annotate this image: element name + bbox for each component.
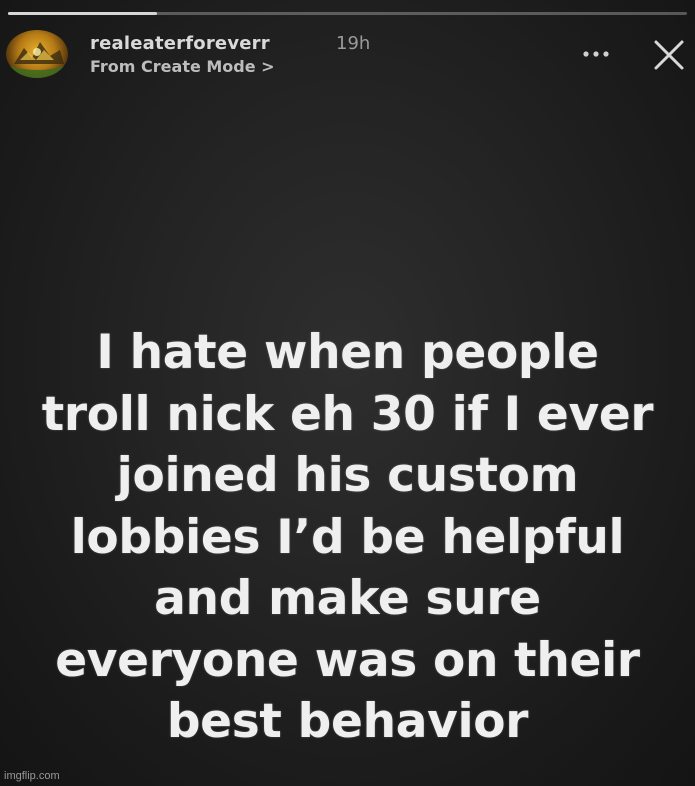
avatar-image — [10, 42, 64, 78]
create-mode-link[interactable]: From Create Mode > — [90, 57, 275, 76]
more-options-button[interactable] — [580, 42, 616, 62]
more-options-icon — [583, 51, 609, 57]
story-progress-bar — [8, 12, 687, 15]
story-text: I hate when people troll nick eh 30 if I… — [0, 322, 695, 753]
timestamp: 19h — [336, 33, 371, 54]
story-text-line: everyone was on their — [55, 632, 640, 688]
close-icon — [654, 40, 684, 70]
avatar[interactable] — [6, 30, 68, 78]
story-text-line: and make sure — [154, 571, 541, 626]
story-viewer: realeaterforeverr 19h From Create Mode >… — [0, 0, 695, 786]
watermark: imgflip.com — [4, 770, 60, 782]
story-text-line: lobbies I’d be helpful — [70, 509, 625, 565]
story-progress-fill — [8, 12, 158, 15]
story-text-line: troll nick eh 30 if I ever — [41, 386, 654, 442]
close-button[interactable] — [652, 38, 686, 72]
story-text-line: I hate when people — [96, 325, 599, 380]
story-text-line: best behavior — [166, 694, 529, 749]
story-text-line: joined his custom — [116, 448, 579, 503]
username[interactable]: realeaterforeverr — [90, 33, 270, 54]
